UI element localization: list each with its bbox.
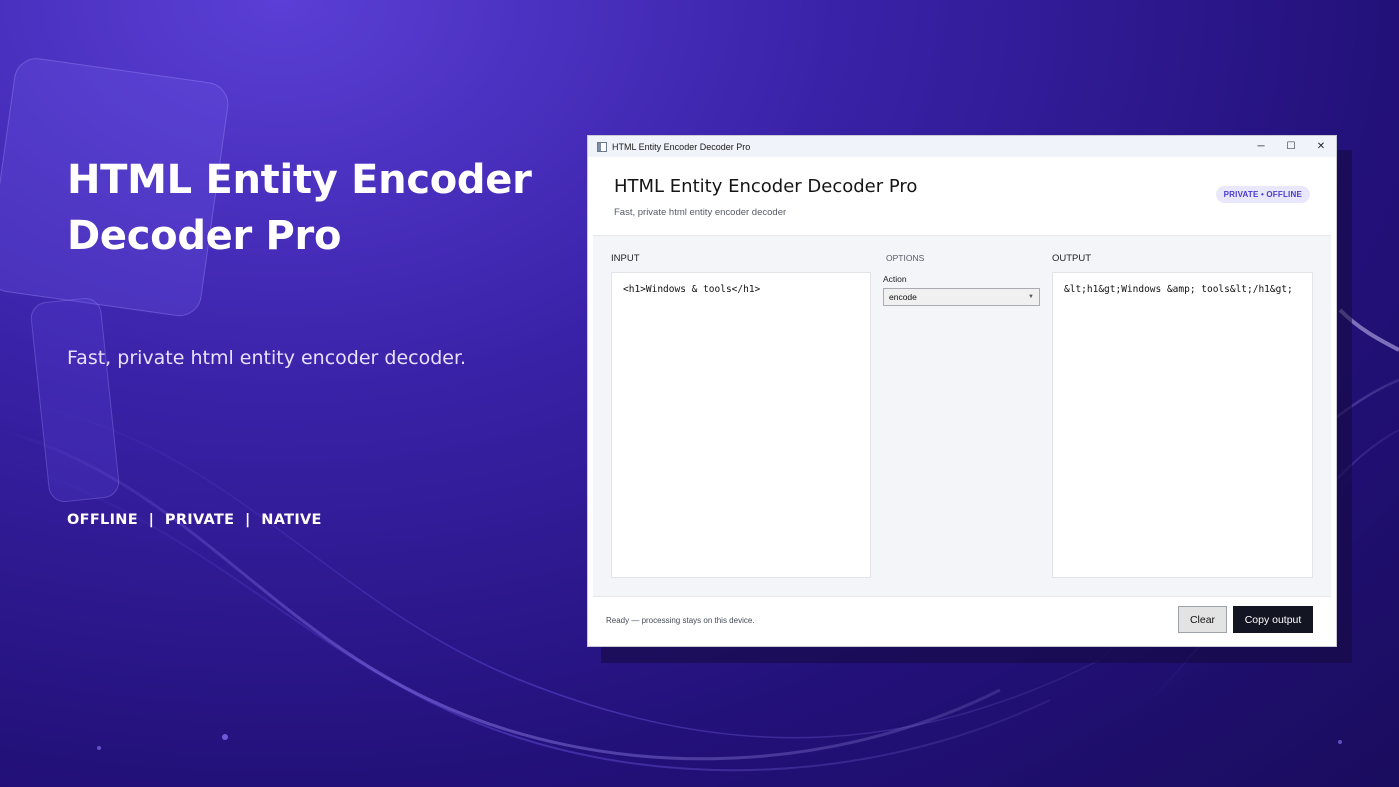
window-controls: ─ ☐ ✕ xyxy=(1246,136,1336,157)
window-titlebar[interactable]: HTML Entity Encoder Decoder Pro ─ ☐ ✕ xyxy=(588,136,1336,157)
minimize-icon[interactable]: ─ xyxy=(1246,136,1276,157)
app-header: HTML Entity Encoder Decoder Pro Fast, pr… xyxy=(593,157,1331,236)
app-footer: Ready — processing stays on this device.… xyxy=(593,596,1331,643)
desktop-background: HTML Entity Encoder Decoder Pro Fast, pr… xyxy=(0,0,1399,787)
status-text: Ready — processing stays on this device. xyxy=(606,616,755,625)
status-badge: PRIVATE • OFFLINE xyxy=(1215,186,1310,203)
hero-subtitle: Fast, private html entity encoder decode… xyxy=(67,347,467,369)
app-icon xyxy=(597,141,607,152)
clear-button[interactable]: Clear xyxy=(1178,606,1227,633)
page-subtitle: Fast, private html entity encoder decode… xyxy=(614,207,787,218)
action-select[interactable]: encode ▼ xyxy=(883,288,1040,306)
input-textarea[interactable]: <h1>Windows & tools</h1> xyxy=(611,272,871,578)
app-window: HTML Entity Encoder Decoder Pro ─ ☐ ✕ HT… xyxy=(587,135,1337,647)
action-label: Action xyxy=(883,274,907,284)
copy-output-button[interactable]: Copy output xyxy=(1233,606,1313,633)
output-label: OUTPUT xyxy=(1052,253,1092,264)
action-select-value: encode xyxy=(889,292,917,302)
hero-feature-tags: OFFLINE | PRIVATE | NATIVE xyxy=(67,512,322,528)
maximize-icon[interactable]: ☐ xyxy=(1276,136,1306,157)
titlebar-title: HTML Entity Encoder Decoder Pro xyxy=(612,141,751,152)
main-content: INPUT <h1>Windows & tools</h1> OPTIONS A… xyxy=(593,236,1331,596)
options-label: OPTIONS xyxy=(886,253,925,263)
output-textarea[interactable]: &lt;h1&gt;Windows &amp; tools&lt;/h1&gt; xyxy=(1052,272,1313,578)
page-title: HTML Entity Encoder Decoder Pro xyxy=(614,176,918,197)
hero-title: HTML Entity Encoder Decoder Pro xyxy=(67,157,532,259)
close-icon[interactable]: ✕ xyxy=(1306,136,1336,157)
chevron-down-icon: ▼ xyxy=(1028,294,1034,300)
input-label: INPUT xyxy=(611,253,640,264)
